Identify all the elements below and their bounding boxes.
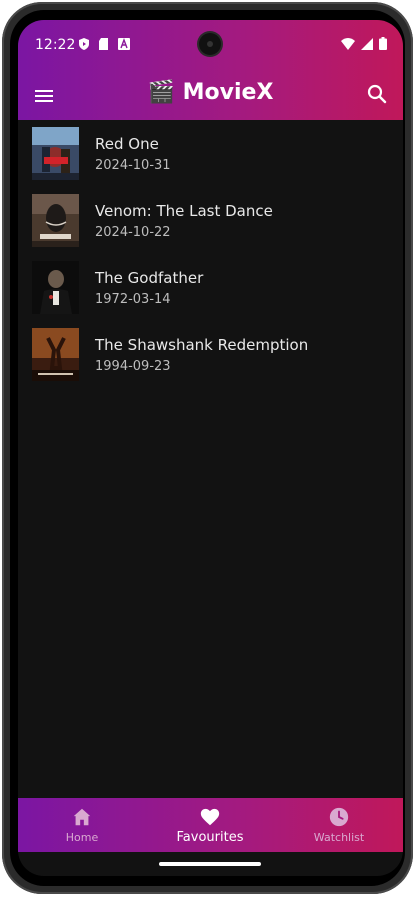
movie-release-date: 1972-03-14 xyxy=(95,292,171,307)
front-camera xyxy=(199,33,221,55)
top-header: 12:22 🎬 MovieX xyxy=(18,20,403,120)
movie-poster-godfather xyxy=(32,261,79,314)
status-bar: 12:22 xyxy=(18,20,403,70)
phone-frame: 12:22 🎬 MovieX Red One 2024-10-31 Venom:… xyxy=(2,2,413,894)
movie-list-item[interactable]: The Shawshank Redemption 1994-09-23 xyxy=(18,321,403,388)
gesture-home-indicator[interactable] xyxy=(159,862,261,866)
movie-list-item[interactable]: Venom: The Last Dance 2024-10-22 xyxy=(18,187,403,254)
home-icon xyxy=(73,808,91,826)
movie-release-date: 2024-10-22 xyxy=(95,225,171,240)
movie-list-item[interactable]: Red One 2024-10-31 xyxy=(18,120,403,187)
clapperboard-icon: 🎬 xyxy=(147,80,175,105)
screen: 12:22 🎬 MovieX Red One 2024-10-31 Venom:… xyxy=(18,20,403,876)
movie-list-item[interactable]: The Godfather 1972-03-14 xyxy=(18,254,403,321)
nav-favourites[interactable]: Favourites xyxy=(146,798,274,852)
shield-play-icon xyxy=(79,38,89,50)
movie-poster-red-one xyxy=(32,127,79,180)
app-title: 🎬 MovieX xyxy=(18,80,403,105)
clock-icon xyxy=(329,807,349,827)
movie-release-date: 2024-10-31 xyxy=(95,158,171,173)
status-system-icons xyxy=(341,37,387,50)
nav-home-label: Home xyxy=(65,831,99,844)
nav-watchlist[interactable]: Watchlist xyxy=(275,798,403,852)
app-title-text: MovieX xyxy=(182,80,274,105)
movie-poster-shawshank xyxy=(32,328,79,381)
movie-title: Venom: The Last Dance xyxy=(95,202,273,220)
status-notification-icons xyxy=(78,38,130,50)
wifi-icon xyxy=(341,37,355,50)
movie-release-date: 1994-09-23 xyxy=(95,359,171,374)
movie-title: Red One xyxy=(95,135,159,153)
cell-signal-icon xyxy=(361,37,373,50)
search-icon[interactable] xyxy=(365,82,389,106)
nav-home[interactable]: Home xyxy=(18,798,146,852)
movie-title: The Godfather xyxy=(95,269,204,287)
font-icon xyxy=(118,38,130,50)
heart-icon xyxy=(200,808,220,826)
nav-favourites-label: Favourites xyxy=(176,830,244,845)
battery-icon xyxy=(379,37,387,50)
status-time: 12:22 xyxy=(35,37,76,53)
app-bar: 🎬 MovieX xyxy=(18,72,403,120)
movie-poster-venom xyxy=(32,194,79,247)
sd-card-icon xyxy=(99,38,108,50)
movie-title: The Shawshank Redemption xyxy=(95,336,309,354)
nav-watchlist-label: Watchlist xyxy=(313,831,365,844)
favourites-list: Red One 2024-10-31 Venom: The Last Dance… xyxy=(18,120,403,388)
bottom-navigation: Home Favourites Watchlist xyxy=(18,798,403,852)
